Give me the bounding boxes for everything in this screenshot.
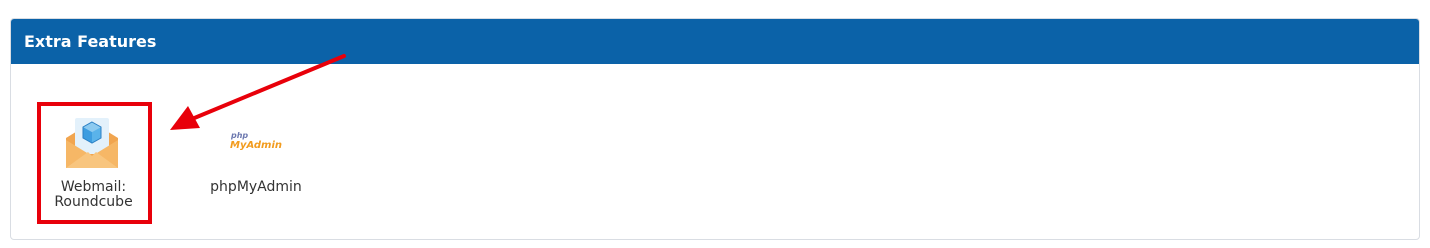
phpmyadmin-link[interactable]: php MyAdmin phpMyAdmin [200, 128, 312, 208]
phpmyadmin-label: phpMyAdmin [210, 179, 302, 195]
webmail-roundcube-link[interactable]: Webmail: Roundcube [38, 103, 149, 222]
roundcube-envelope-icon [64, 116, 120, 172]
pma-logo-myadmin: MyAdmin [230, 140, 283, 151]
webmail-roundcube-label: Webmail: Roundcube [38, 180, 149, 210]
panel-header-title: Extra Features [11, 19, 1419, 64]
webmail-label-line2: Roundcube [54, 194, 133, 210]
pma-logo-php: php [231, 131, 249, 140]
phpmyadmin-logo-icon: php MyAdmin [230, 131, 286, 155]
webmail-label-line1: Webmail: [60, 179, 127, 195]
